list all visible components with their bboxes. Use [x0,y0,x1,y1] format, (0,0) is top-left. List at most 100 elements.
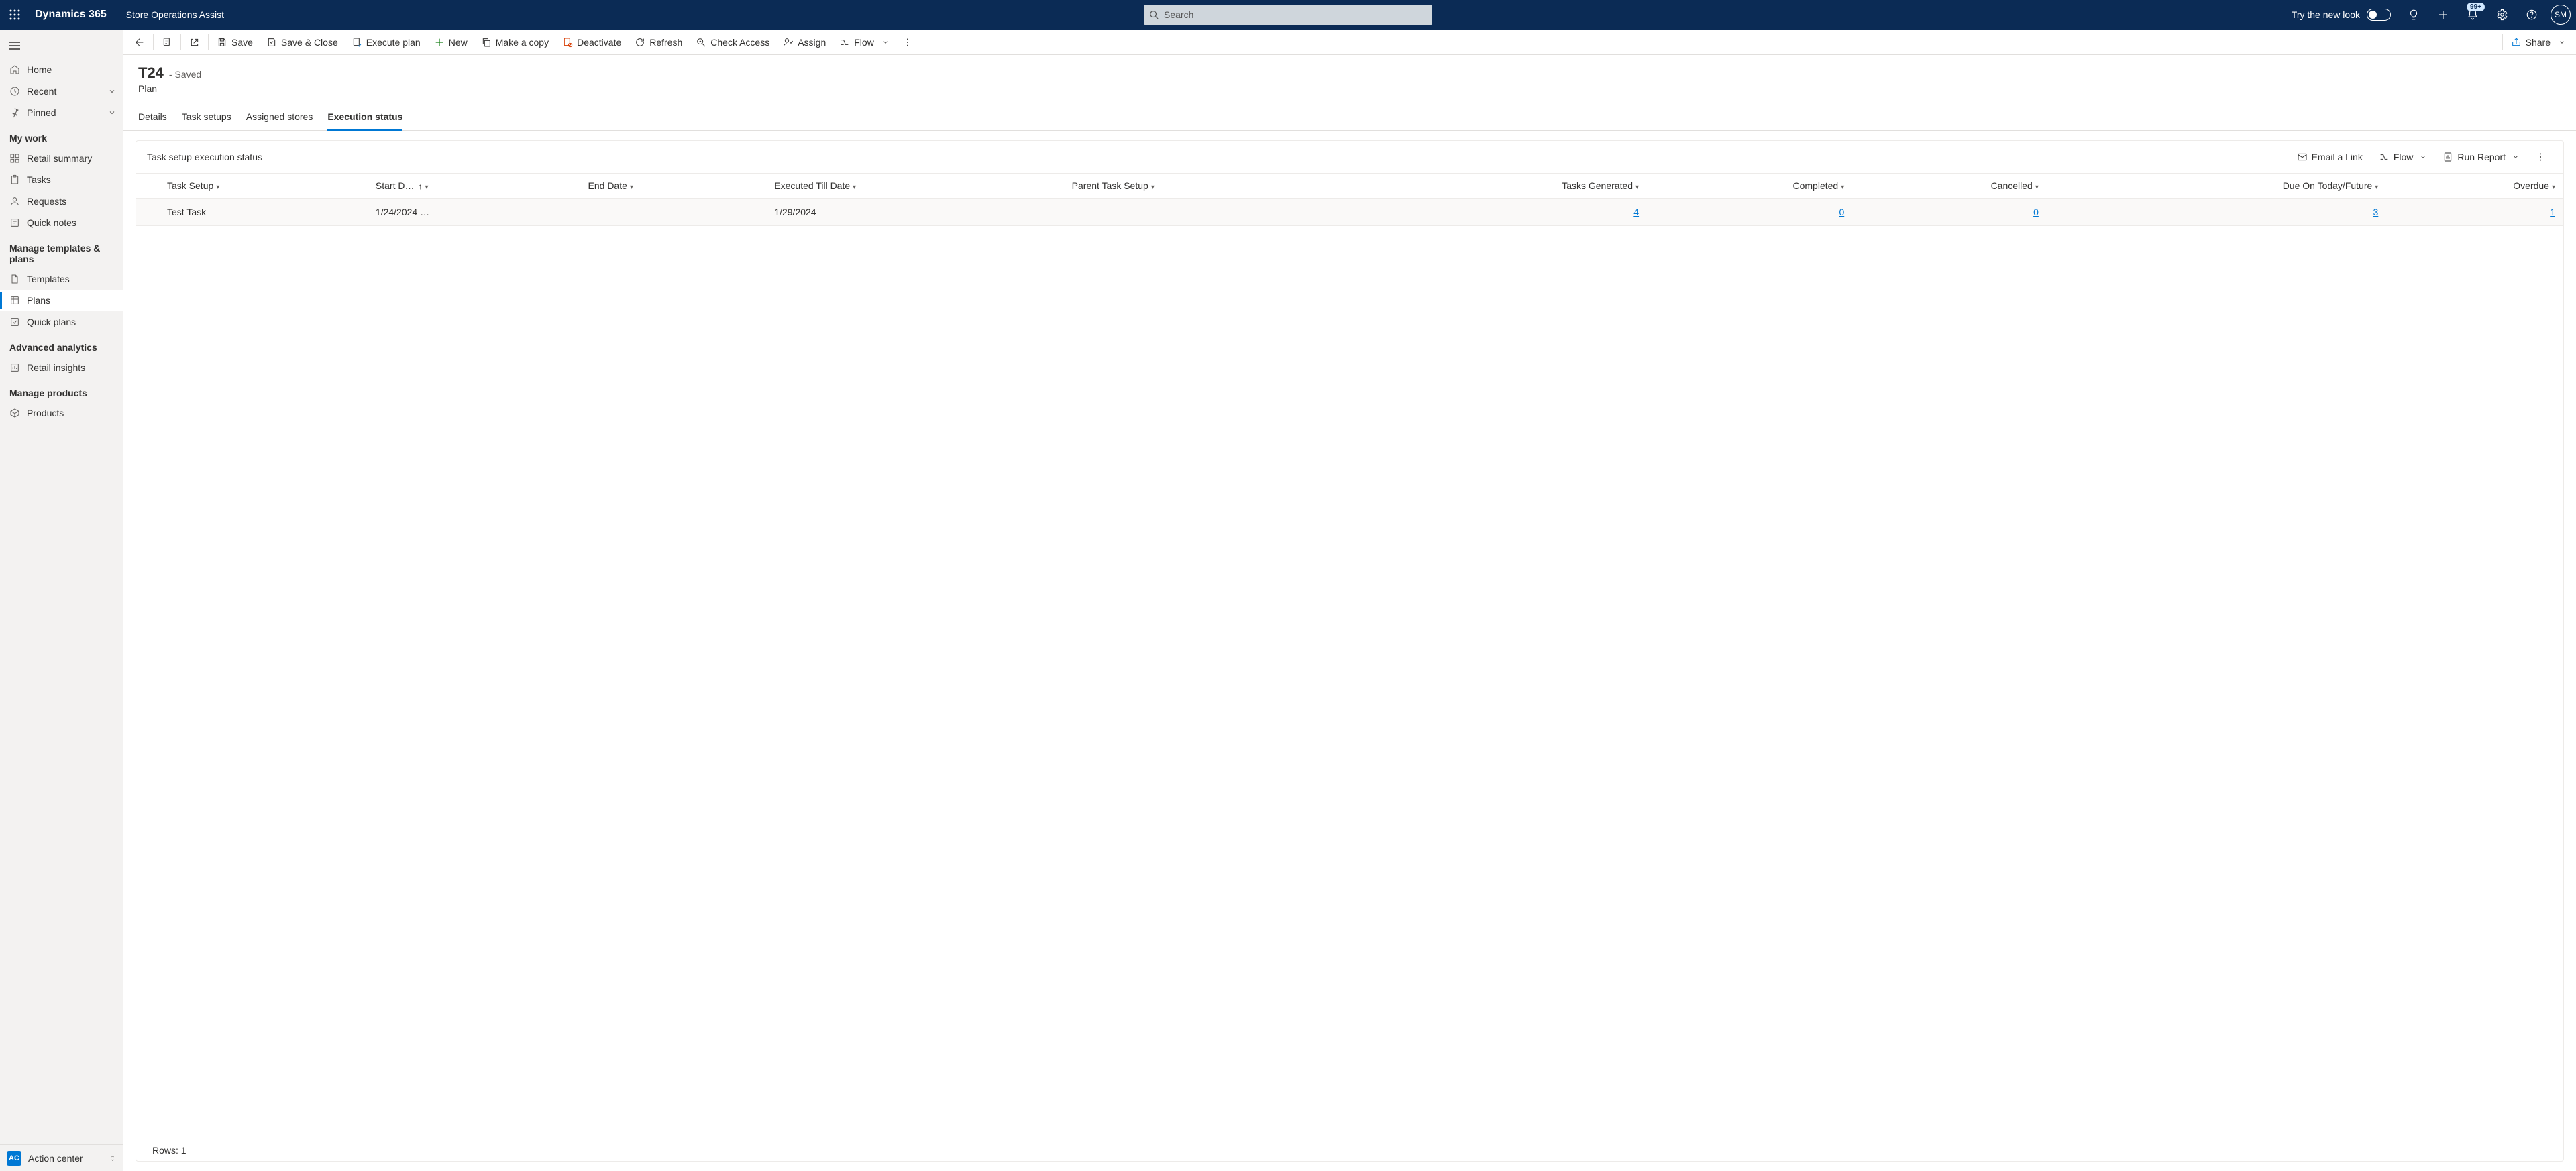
cell-completed[interactable]: 0 [1839,207,1844,217]
area-badge: AC [7,1151,21,1166]
notification-badge: 99+ [2467,3,2485,11]
col-tasks-generated[interactable]: Tasks Generated▾ [1364,174,1647,199]
col-completed[interactable]: Completed▾ [1647,174,1852,199]
nav-tasks-label: Tasks [27,174,51,185]
new-button[interactable]: New [427,30,474,55]
tab-execution-status[interactable]: Execution status [327,105,402,130]
execute-plan-button[interactable]: Execute plan [345,30,427,55]
execution-status-section: Task setup execution status Email a Link… [136,140,2564,1162]
global-search-input[interactable] [1144,5,1432,25]
chevron-down-icon: ▾ [1151,184,1155,191]
command-bar: Save Save & Close Execute plan New Make … [123,30,2576,55]
share-label: Share [2526,37,2551,48]
updown-icon [109,1154,116,1162]
hamburger-icon [9,41,20,50]
add-button[interactable] [2430,0,2457,30]
main-content: Save Save & Close Execute plan New Make … [123,30,2576,1171]
back-button[interactable] [127,30,152,55]
save-close-label: Save & Close [281,37,338,48]
col-overdue[interactable]: Overdue▾ [2386,174,2563,199]
refresh-label: Refresh [649,37,682,48]
chevron-down-icon: ▾ [630,184,633,191]
nav-quick-notes[interactable]: Quick notes [0,212,123,233]
refresh-button[interactable]: Refresh [628,30,689,55]
cell-tasks-generated[interactable]: 4 [1633,207,1639,217]
check-access-button[interactable]: Check Access [689,30,776,55]
chevron-down-icon: ▾ [2035,184,2039,191]
row-selector[interactable] [144,206,146,218]
help-icon [2526,9,2538,21]
make-copy-button[interactable]: Make a copy [474,30,555,55]
col-task-setup[interactable]: Task Setup▾ [159,174,368,199]
col-cancelled[interactable]: Cancelled▾ [1852,174,2047,199]
save-button[interactable]: Save [210,30,260,55]
brand-name: Dynamics 365 [30,9,115,21]
rows-count: Rows: 1 [136,1139,2563,1161]
nav-retail-insights-label: Retail insights [27,362,85,373]
nav-retail-insights[interactable]: Retail insights [0,357,123,378]
sidebar-collapse-button[interactable] [0,32,123,59]
notifications-button[interactable]: 99+ [2459,0,2486,30]
global-header: Dynamics 365 Store Operations Assist Try… [0,0,2576,30]
nav-pinned[interactable]: Pinned [0,102,123,123]
deactivate-label: Deactivate [577,37,621,48]
col-executed-till[interactable]: Executed Till Date▾ [766,174,1063,199]
deactivate-button[interactable]: Deactivate [555,30,628,55]
assign-icon [783,37,794,48]
nav-quick-plans-label: Quick plans [27,317,76,327]
app-name: Store Operations Assist [115,9,235,20]
save-close-button[interactable]: Save & Close [260,30,345,55]
nav-quick-plans[interactable]: Quick plans [0,311,123,333]
tab-task-setups[interactable]: Task setups [182,105,231,130]
flow-label: Flow [854,37,874,48]
col-end-date[interactable]: End Date▾ [580,174,767,199]
user-avatar[interactable]: SM [2551,5,2571,25]
assign-button[interactable]: Assign [776,30,833,55]
flow-icon [839,37,850,48]
app-launcher-button[interactable] [0,0,30,30]
nav-templates[interactable]: Templates [0,268,123,290]
table-row[interactable]: Test Task 1/24/2024 … 1/29/2024 4 0 0 3 … [136,199,2563,226]
tab-details[interactable]: Details [138,105,167,130]
overflow-button[interactable] [896,30,920,55]
section-flow-button[interactable]: Flow [2372,148,2434,166]
chevron-down-icon [882,39,889,46]
settings-button[interactable] [2489,0,2516,30]
select-all-header[interactable] [136,174,159,199]
run-report-button[interactable]: Run Report [2436,148,2526,166]
open-record-set-button[interactable] [155,30,179,55]
popout-button[interactable] [182,30,207,55]
plan-icon [9,295,20,306]
record-header: T24 - Saved Plan [123,55,2576,98]
try-new-look-toggle[interactable] [2367,9,2391,21]
share-button[interactable]: Share [2504,30,2572,55]
dashboard-icon [9,153,20,164]
col-start-date[interactable]: Start D…↑▾ [368,174,580,199]
section-overflow-button[interactable] [2528,148,2553,166]
save-icon [217,37,227,48]
nav-retail-summary[interactable]: Retail summary [0,148,123,169]
record-entity: Plan [138,83,2561,94]
nav-recent[interactable]: Recent [0,80,123,102]
section-title: Task setup execution status [147,152,262,162]
refresh-icon [635,37,645,48]
cell-cancelled[interactable]: 0 [2033,207,2039,217]
sidebar-area-switcher[interactable]: AC Action center [0,1144,123,1171]
ideas-button[interactable] [2400,0,2427,30]
email-link-button[interactable]: Email a Link [2290,148,2369,166]
header-right: Try the new look 99+ SM [2292,0,2576,30]
nav-tasks[interactable]: Tasks [0,169,123,190]
help-button[interactable] [2518,0,2545,30]
col-due-today-future[interactable]: Due On Today/Future▾ [2047,174,2386,199]
new-label: New [449,37,468,48]
nav-plans[interactable]: Plans [0,290,123,311]
col-parent-task-setup[interactable]: Parent Task Setup▾ [1064,174,1364,199]
tab-assigned-stores[interactable]: Assigned stores [246,105,313,130]
cell-due-today-future[interactable]: 3 [2373,207,2379,217]
box-icon [9,408,20,419]
nav-requests[interactable]: Requests [0,190,123,212]
nav-products[interactable]: Products [0,402,123,424]
cell-overdue[interactable]: 1 [2550,207,2555,217]
nav-home[interactable]: Home [0,59,123,80]
flow-button[interactable]: Flow [833,30,896,55]
